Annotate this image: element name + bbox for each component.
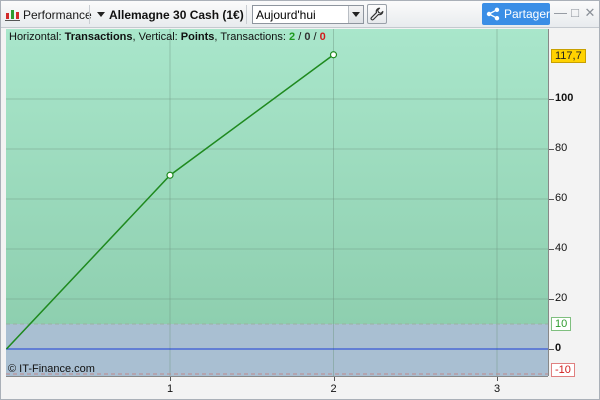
- x-axis-tick: [170, 377, 171, 381]
- minimize-icon[interactable]: —: [554, 6, 567, 20]
- performance-chart: [6, 29, 548, 376]
- vertical-prefix: , Vertical:: [132, 31, 181, 43]
- y-axis-label: 0: [555, 342, 562, 354]
- data-point: [329, 51, 338, 59]
- count-separator: /: [295, 31, 305, 43]
- share-button-label: Partager: [503, 7, 550, 21]
- x-axis-label: 1: [166, 383, 174, 395]
- y-axis[interactable]: 117,7 10 -10 100 80 60 40 20 0: [548, 29, 599, 377]
- performance-window: Performance Allemagne 30 Cash (1€) Aujou…: [0, 0, 600, 400]
- x-axis-label: 3: [493, 383, 501, 395]
- y-axis-tick: [549, 249, 554, 250]
- performance-chart-icon: [5, 10, 20, 21]
- share-button[interactable]: Partager: [482, 3, 550, 25]
- toolbar: Performance Allemagne 30 Cash (1€) Aujou…: [1, 1, 599, 28]
- horizontal-value: Transactions: [64, 31, 133, 43]
- toolbar-separator: [89, 5, 90, 24]
- positive-threshold-badge: 10: [551, 317, 572, 331]
- negative-threshold-badge: -10: [551, 363, 575, 377]
- instrument-dropdown-caret-icon[interactable]: [97, 12, 105, 17]
- y-axis-label: 100: [555, 92, 574, 104]
- y-axis-label: 80: [555, 142, 568, 154]
- y-axis-label: 20: [555, 292, 568, 304]
- chart-plot-area[interactable]: Horizontal: Transactions, Vertical: Poin…: [6, 29, 548, 376]
- period-select[interactable]: Aujourd'hui: [252, 5, 364, 24]
- wrench-icon: [370, 7, 384, 21]
- x-axis-tick: [333, 377, 335, 381]
- horizontal-prefix: Horizontal:: [9, 31, 65, 43]
- copyright-text: © IT-Finance.com: [8, 363, 95, 375]
- performance-label[interactable]: Performance: [23, 1, 92, 28]
- data-point: [166, 171, 174, 179]
- y-axis-tick: [549, 349, 554, 350]
- restore-icon[interactable]: □: [569, 6, 581, 20]
- x-axis-label: 2: [330, 383, 337, 395]
- y-axis-tick: [549, 149, 554, 150]
- chart-info-line: Horizontal: Transactions, Vertical: Poin…: [9, 31, 326, 43]
- y-axis-tick: [549, 99, 554, 100]
- period-select-value: Aujourd'hui: [256, 7, 316, 22]
- x-axis[interactable]: 1 2 3: [6, 376, 548, 399]
- count-separator: /: [310, 31, 320, 43]
- share-icon: [486, 7, 500, 21]
- transactions-prefix: , Transactions:: [214, 31, 290, 43]
- close-icon[interactable]: ✕: [584, 6, 596, 20]
- settings-wrench-button[interactable]: [367, 4, 387, 24]
- last-value-badge: 117,7: [551, 49, 586, 63]
- y-axis-label: 60: [555, 192, 568, 204]
- x-axis-tick: [497, 377, 498, 381]
- toolbar-separator: [246, 5, 247, 24]
- y-axis-tick: [549, 199, 554, 200]
- y-axis-tick: [549, 299, 554, 300]
- chevron-down-icon[interactable]: [348, 6, 363, 23]
- vertical-value: Points: [180, 31, 215, 43]
- instrument-selector[interactable]: Allemagne 30 Cash (1€): [109, 1, 244, 28]
- losing-count: 0: [319, 31, 326, 43]
- y-axis-label: 40: [555, 242, 568, 254]
